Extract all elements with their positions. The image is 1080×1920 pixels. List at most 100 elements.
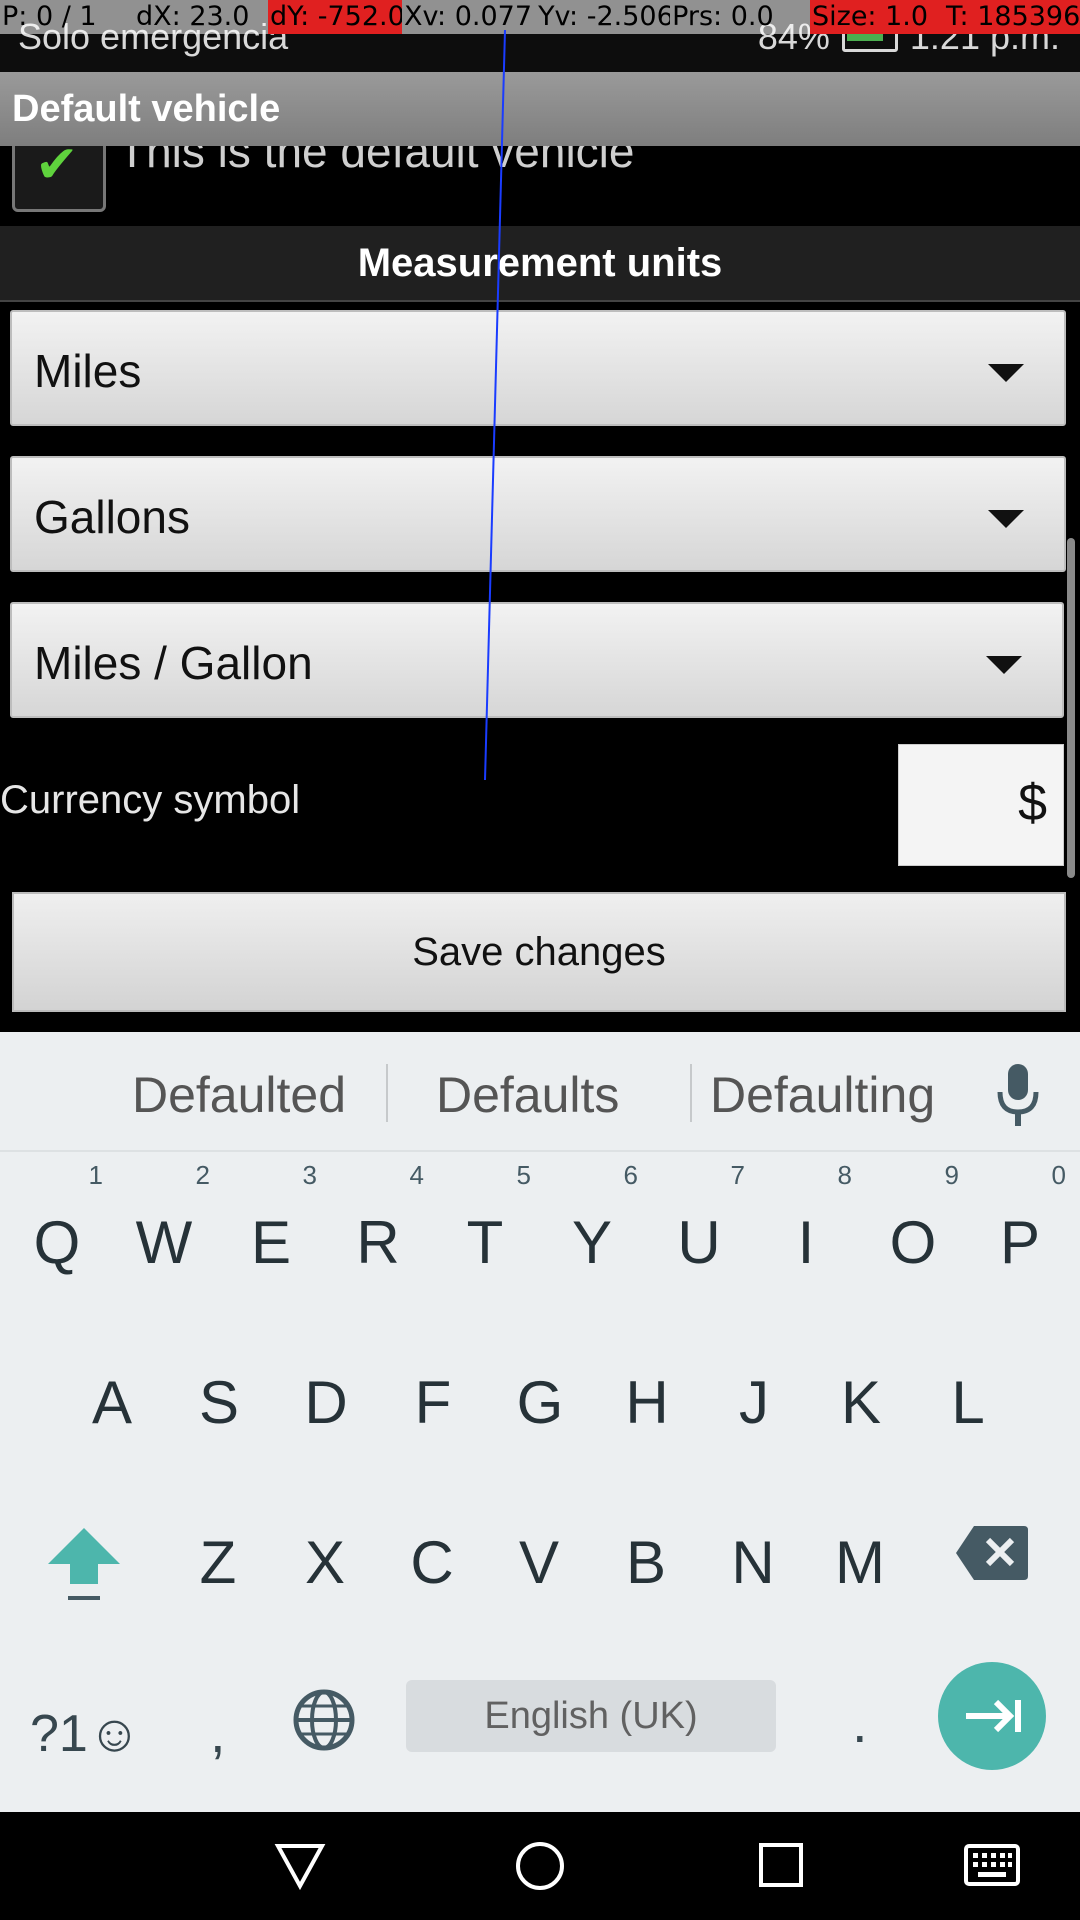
- period-key[interactable]: .: [852, 1690, 868, 1755]
- key-d[interactable]: D: [276, 1328, 376, 1448]
- default-vehicle-row[interactable]: ✔ This is the default vehicle: [0, 146, 1080, 226]
- key-label: I: [797, 1209, 815, 1276]
- recents-icon[interactable]: [758, 1842, 804, 1888]
- microphone-icon[interactable]: [996, 1062, 1040, 1128]
- key-label: U: [677, 1209, 721, 1276]
- dropdown-arrow-icon: [986, 656, 1022, 674]
- key-label: A: [91, 1369, 133, 1436]
- key-g[interactable]: G: [490, 1328, 590, 1448]
- key-m[interactable]: M: [810, 1488, 910, 1608]
- key-z[interactable]: Z: [168, 1488, 268, 1608]
- key-e[interactable]: 3E: [221, 1160, 321, 1288]
- key-label: C: [410, 1529, 454, 1596]
- key-u[interactable]: 7U: [649, 1160, 749, 1288]
- pointer-debug-overlay: P: 0 / 1 dX: 23.0 dY: -752.0 Xv: 0.077 Y…: [0, 0, 1080, 34]
- key-label: P: [999, 1209, 1041, 1276]
- key-hint: 1: [88, 1160, 103, 1190]
- key-w[interactable]: 2W: [114, 1160, 214, 1288]
- distance-unit-select[interactable]: Miles: [10, 310, 1066, 426]
- debug-dx: dX: 23.0: [134, 0, 269, 34]
- key-r[interactable]: 4R: [328, 1160, 428, 1288]
- consumption-unit-select[interactable]: Miles / Gallon: [10, 602, 1064, 718]
- symbols-key[interactable]: ?1☺: [30, 1704, 141, 1764]
- key-label: Z: [199, 1529, 237, 1596]
- space-bar[interactable]: English (UK): [406, 1680, 776, 1752]
- key-hint: 4: [409, 1160, 424, 1190]
- key-p[interactable]: 0P: [970, 1160, 1070, 1288]
- key-hint: 3: [302, 1160, 317, 1190]
- scrollbar[interactable]: [1067, 538, 1075, 878]
- key-label: Q: [33, 1209, 81, 1276]
- key-h[interactable]: H: [597, 1328, 697, 1448]
- key-label: Y: [571, 1209, 613, 1276]
- backspace-icon[interactable]: [954, 1524, 1030, 1582]
- key-b[interactable]: B: [596, 1488, 696, 1608]
- key-j[interactable]: J: [704, 1328, 804, 1448]
- key-label: G: [516, 1369, 564, 1436]
- key-label: B: [625, 1529, 667, 1596]
- key-label: W: [135, 1209, 193, 1276]
- key-label: F: [414, 1369, 452, 1436]
- suggestion-divider: [690, 1064, 692, 1122]
- suggestion-2[interactable]: Defaults: [436, 1066, 619, 1124]
- key-label: O: [889, 1209, 937, 1276]
- key-label: N: [731, 1529, 775, 1596]
- debug-time: T: 185396: [944, 0, 1080, 34]
- suggestion-divider: [386, 1064, 388, 1122]
- key-hint: 9: [944, 1160, 959, 1190]
- distance-unit-value: Miles: [34, 345, 142, 397]
- currency-symbol-input[interactable]: $: [898, 744, 1064, 866]
- soft-keyboard: Defaulted Defaults Defaulting 1Q2W3E4R5T…: [0, 1032, 1080, 1812]
- volume-unit-value: Gallons: [34, 491, 190, 543]
- suggestion-1[interactable]: Defaulted: [132, 1066, 346, 1124]
- key-t[interactable]: 5T: [435, 1160, 535, 1288]
- key-label: R: [356, 1209, 400, 1276]
- key-label: M: [835, 1529, 885, 1596]
- enter-key[interactable]: [938, 1662, 1046, 1770]
- key-label: K: [840, 1369, 882, 1436]
- debug-pointer: P: 0 / 1: [0, 0, 135, 34]
- globe-icon[interactable]: [292, 1688, 356, 1752]
- title-bar: Default vehicle: [0, 72, 1080, 146]
- debug-yv: Yv: -2.506: [536, 0, 671, 34]
- key-f[interactable]: F: [383, 1328, 483, 1448]
- key-label: D: [304, 1369, 348, 1436]
- debug-dy: dY: -752.0: [268, 0, 403, 34]
- key-y[interactable]: 6Y: [542, 1160, 642, 1288]
- key-i[interactable]: 8I: [756, 1160, 856, 1288]
- key-label: X: [304, 1529, 346, 1596]
- save-changes-button[interactable]: Save changes: [12, 892, 1066, 1012]
- comma-key[interactable]: ,: [210, 1700, 226, 1765]
- key-s[interactable]: S: [169, 1328, 269, 1448]
- key-hint: 7: [730, 1160, 745, 1190]
- key-label: H: [625, 1369, 669, 1436]
- key-hint: 8: [837, 1160, 852, 1190]
- back-icon[interactable]: [274, 1842, 326, 1890]
- shift-key-icon[interactable]: [44, 1522, 124, 1602]
- key-label: S: [198, 1369, 240, 1436]
- suggestion-strip: Defaulted Defaults Defaulting: [0, 1032, 1080, 1152]
- debug-size: Size: 1.0: [810, 0, 945, 34]
- key-l[interactable]: L: [918, 1328, 1018, 1448]
- keyboard-switch-icon[interactable]: [964, 1844, 1020, 1886]
- key-label: E: [250, 1209, 292, 1276]
- key-o[interactable]: 9O: [863, 1160, 963, 1288]
- currency-symbol-value: $: [1018, 774, 1047, 832]
- suggestion-3[interactable]: Defaulting: [710, 1066, 935, 1124]
- key-c[interactable]: C: [382, 1488, 482, 1608]
- volume-unit-select[interactable]: Gallons: [10, 456, 1066, 572]
- debug-xv: Xv: 0.077: [402, 0, 537, 34]
- key-a[interactable]: A: [62, 1328, 162, 1448]
- dropdown-arrow-icon: [988, 364, 1024, 382]
- key-hint: 0: [1051, 1160, 1066, 1190]
- key-v[interactable]: V: [489, 1488, 589, 1608]
- checkmark-icon: ✔: [35, 146, 79, 194]
- default-vehicle-checkbox[interactable]: ✔: [12, 146, 106, 212]
- home-icon[interactable]: [514, 1840, 566, 1892]
- key-n[interactable]: N: [703, 1488, 803, 1608]
- key-x[interactable]: X: [275, 1488, 375, 1608]
- key-k[interactable]: K: [811, 1328, 911, 1448]
- key-label: T: [466, 1209, 504, 1276]
- key-q[interactable]: 1Q: [7, 1160, 107, 1288]
- key-label: L: [951, 1369, 985, 1436]
